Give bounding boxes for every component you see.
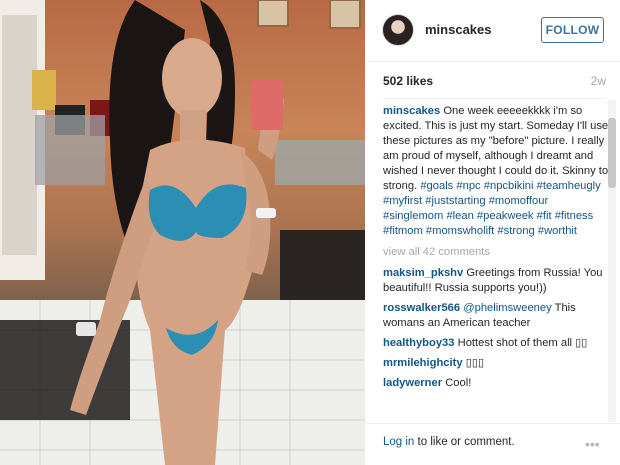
more-options-icon[interactable]: ••• xyxy=(585,436,600,452)
follow-button[interactable]: FOLLOW xyxy=(541,17,604,43)
post-photo[interactable] xyxy=(0,0,365,465)
hashtag[interactable]: #peakweek xyxy=(477,210,534,222)
caption-author[interactable]: minscakes xyxy=(383,105,440,117)
hashtag[interactable]: #npc xyxy=(456,180,480,192)
comment: mrmilehighcity ▯▯▯ xyxy=(383,356,609,371)
likes-count[interactable]: 502 likes xyxy=(383,74,433,88)
comment-author[interactable]: rosswalker566 xyxy=(383,302,460,314)
post-age[interactable]: 2w xyxy=(591,74,606,88)
login-prompt: Log in to like or comment. xyxy=(383,436,515,448)
login-prompt-text: to like or comment. xyxy=(417,436,515,448)
comment-author[interactable]: healthyboy33 xyxy=(383,337,455,349)
hashtag[interactable]: #momoffour xyxy=(489,195,549,207)
comment-author[interactable]: ladywerner xyxy=(383,377,442,389)
post-header: minscakes FOLLOW xyxy=(365,0,620,62)
hashtag[interactable]: #fitness xyxy=(555,210,594,222)
hashtag[interactable]: #goals xyxy=(420,180,453,192)
caption-text: One week eeeeekkkk i'm so excited. This … xyxy=(383,105,609,192)
login-link[interactable]: Log in xyxy=(383,436,414,448)
comments-scrollbar[interactable] xyxy=(608,100,616,422)
divider xyxy=(383,98,605,99)
hashtag[interactable]: #singlemom xyxy=(383,210,443,222)
hashtag[interactable]: #fitmom xyxy=(383,225,423,237)
comment: healthyboy33 Hottest shot of them all ▯▯ xyxy=(383,336,609,351)
comment: ladywerner Cool! xyxy=(383,376,609,391)
hashtag[interactable]: #momswholift xyxy=(426,225,494,237)
hashtag[interactable]: #teamheugly xyxy=(537,180,601,192)
comment-mention[interactable]: @phelimsweeney xyxy=(463,302,551,314)
comment: rosswalker566 @phelimsweeney This womans… xyxy=(383,301,609,331)
hashtag[interactable]: #juststarting xyxy=(425,195,485,207)
comment-text: ▯▯▯ xyxy=(465,357,485,369)
comment-author[interactable]: maksim_pkshv xyxy=(383,267,463,279)
hashtag[interactable]: #myfirst xyxy=(383,195,422,207)
post-meta: 502 likes 2w xyxy=(383,74,606,92)
avatar[interactable] xyxy=(382,14,414,46)
scrollbar-thumb[interactable] xyxy=(608,118,616,188)
selfie-illustration xyxy=(0,0,365,465)
hashtag[interactable]: #fit xyxy=(537,210,552,222)
post-username[interactable]: minscakes xyxy=(425,22,492,37)
post-footer: Log in to like or comment. ••• xyxy=(365,423,620,465)
comment: maksim_pkshv Greetings from Russia! You … xyxy=(383,266,609,296)
hashtag[interactable]: #lean xyxy=(446,210,473,222)
comment-author[interactable]: mrmilehighcity xyxy=(383,357,463,369)
view-all-comments-link[interactable]: view all 42 comments xyxy=(383,245,609,260)
hashtag[interactable]: #strong xyxy=(497,225,534,237)
hashtag[interactable]: #worthit xyxy=(538,225,577,237)
post-side-panel: minscakes FOLLOW 502 likes 2w minscakes … xyxy=(365,0,620,465)
comment-text: Cool! xyxy=(445,377,472,389)
comments-list: minscakes One week eeeeekkkk i'm so exci… xyxy=(383,104,609,422)
hashtag[interactable]: #npcbikini xyxy=(484,180,534,192)
comment-text: Hottest shot of them all ▯▯ xyxy=(457,337,588,349)
caption: minscakes One week eeeeekkkk i'm so exci… xyxy=(383,104,609,239)
